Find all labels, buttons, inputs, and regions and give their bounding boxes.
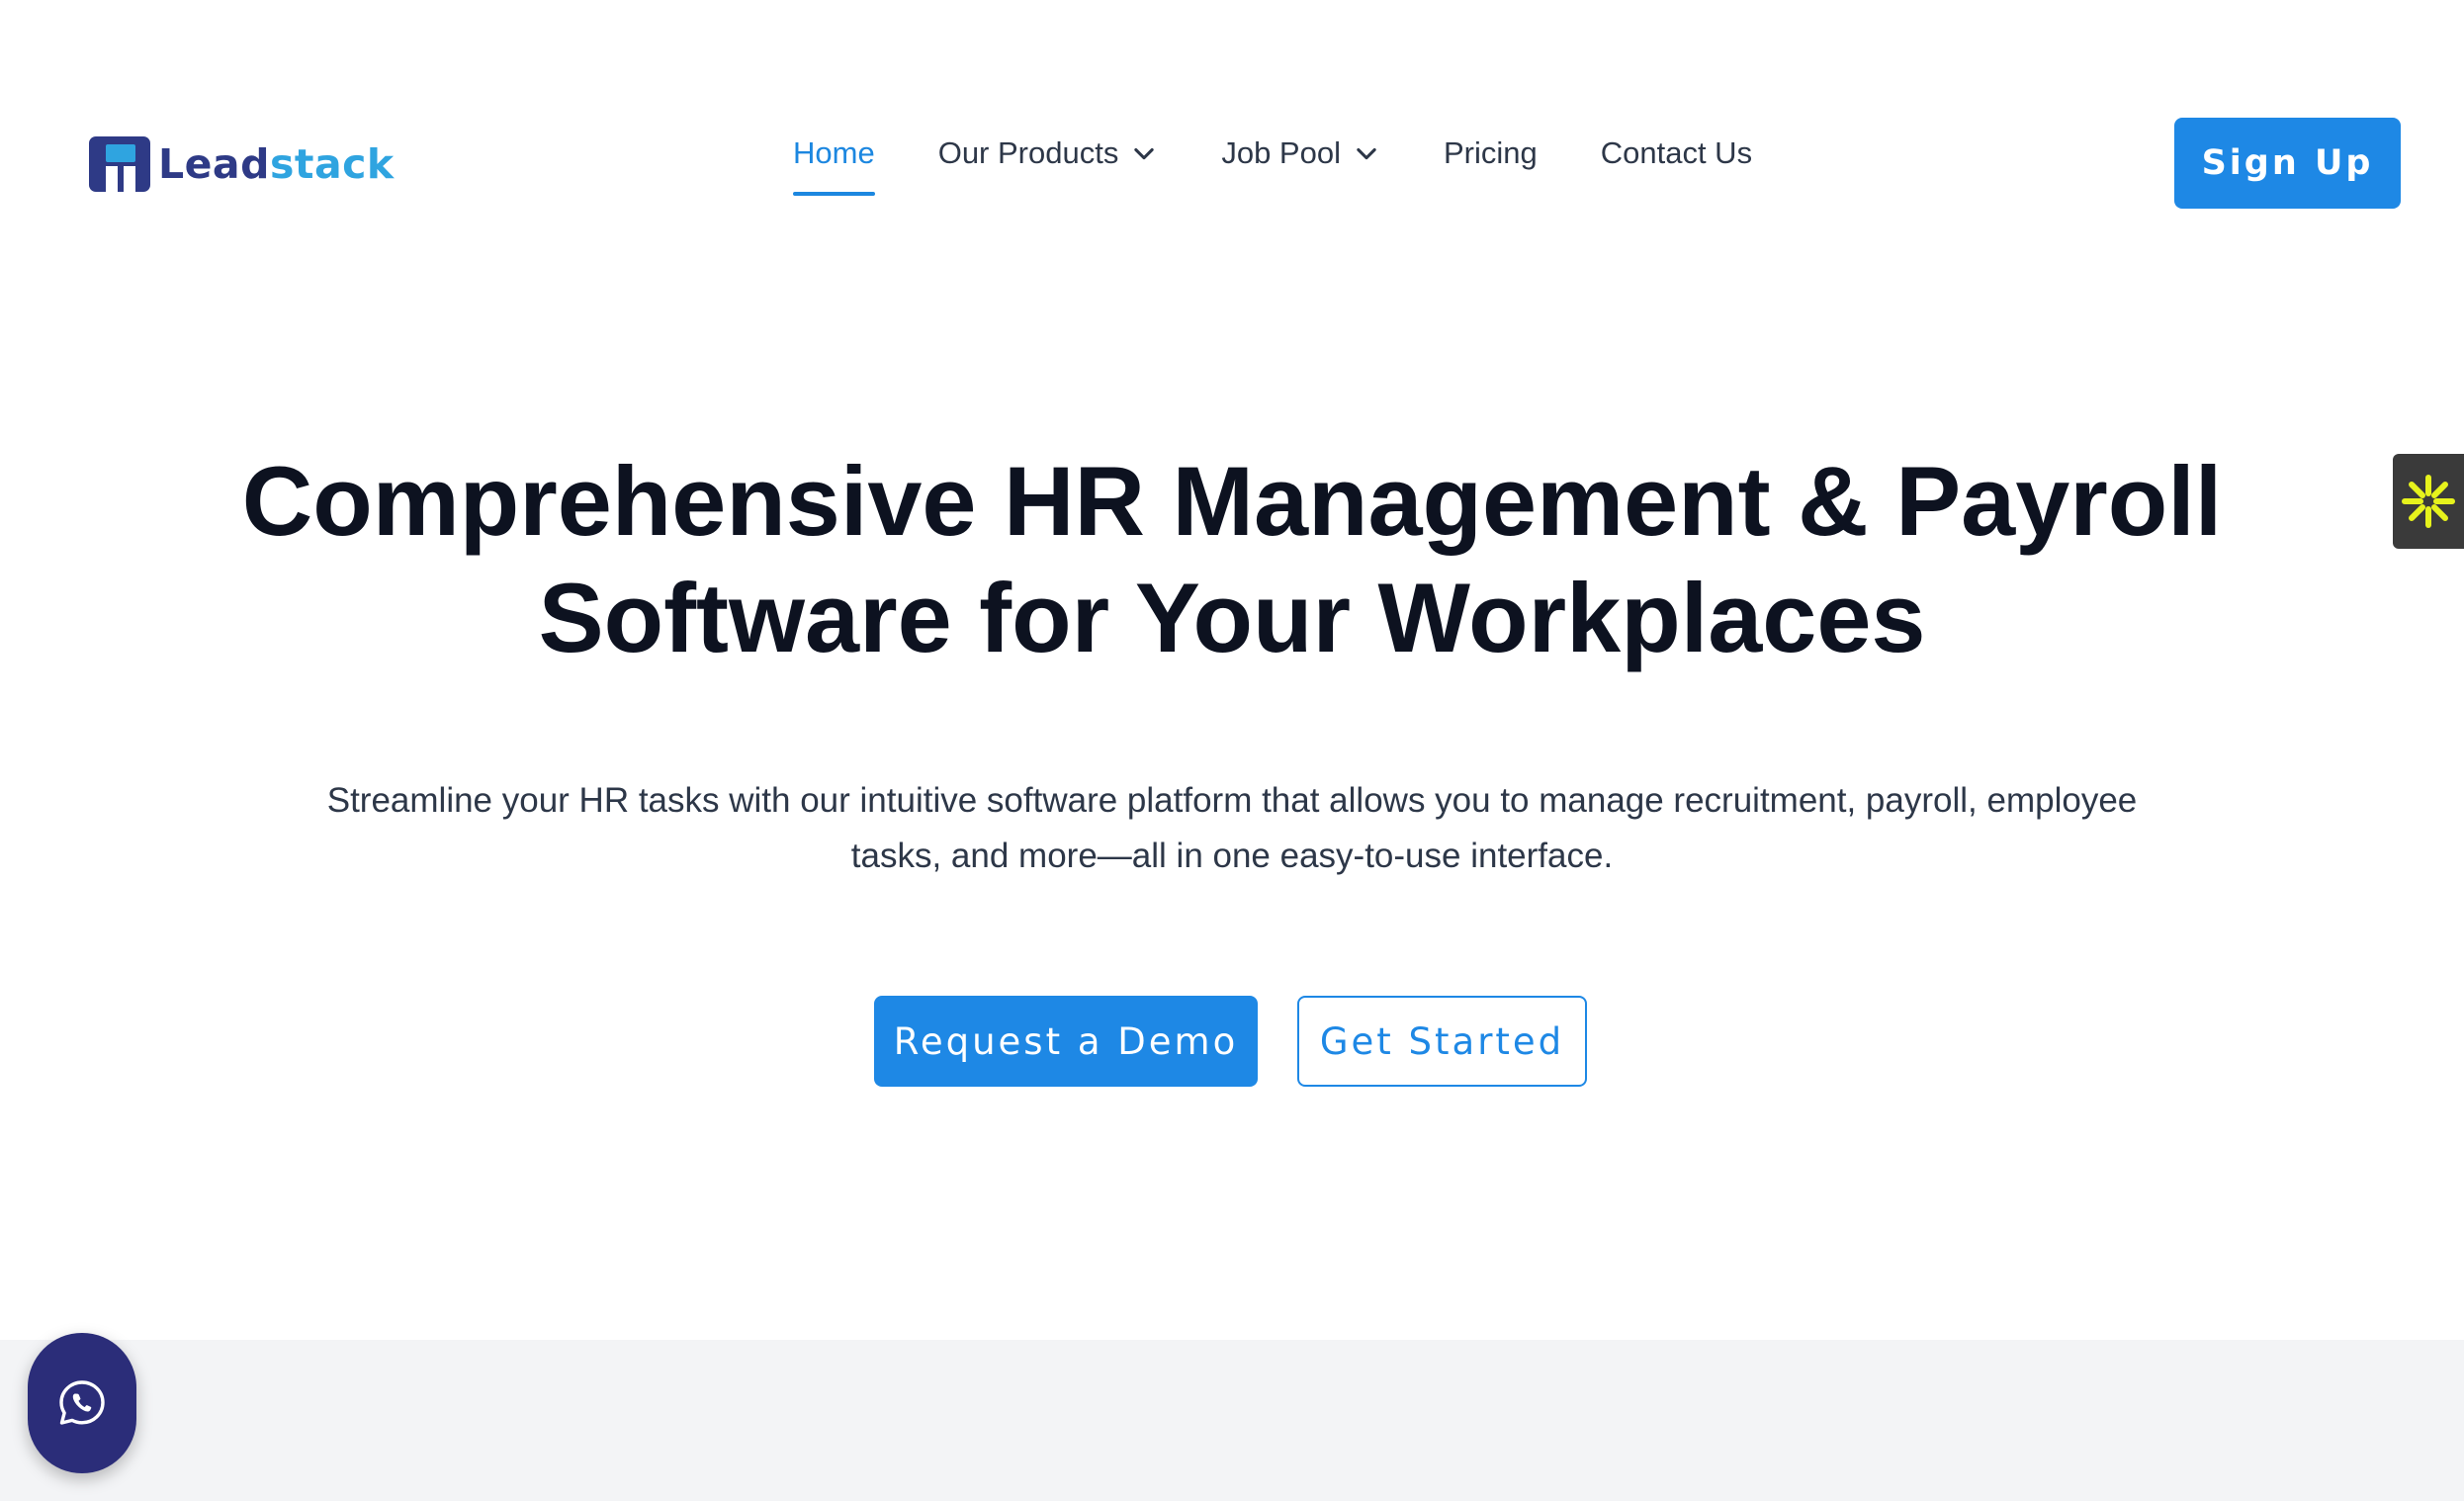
whatsapp-chat-button[interactable] [28,1333,136,1473]
get-started-button[interactable]: Get Started [1297,996,1587,1087]
chevron-down-icon [1134,147,1155,160]
hero-title-line2: Software for Your Workplaces [538,563,1926,672]
nav-contact-us-label: Contact Us [1600,135,1753,170]
hero-subtitle-line2: tasks, and more—all in one easy-to-use i… [850,837,1614,875]
nav-job-pool[interactable]: Job Pool [1221,132,1380,174]
hero-title: Comprehensive HR Management & Payroll So… [0,443,2464,676]
brand-name: Leadstack [158,143,395,185]
brand-name-part1: Lead [158,139,270,188]
sign-up-button[interactable]: Sign Up [2174,118,2401,209]
nav-pricing-label: Pricing [1443,135,1538,170]
main-nav: Home Our Products Job Pool Pricing Conta… [793,132,1752,196]
brand-name-part2: stack [269,139,395,188]
hero-cta-group: Request a Demo Get Started [874,996,1587,1087]
hero-title-line1: Comprehensive HR Management & Payroll [241,446,2223,556]
request-demo-button[interactable]: Request a Demo [874,996,1258,1087]
nav-pricing[interactable]: Pricing [1444,132,1538,174]
nav-home[interactable]: Home [793,132,875,196]
nav-contact-us[interactable]: Contact Us [1601,132,1752,174]
logo-mark-icon [89,136,150,192]
next-section-band [0,1340,2464,1501]
hero-subtitle: Streamline your HR tasks with our intuit… [0,773,2464,884]
nav-job-pool-label: Job Pool [1221,135,1341,170]
hero-subtitle-line1: Streamline your HR tasks with our intuit… [326,781,2138,820]
nav-our-products-label: Our Products [937,135,1119,170]
chevron-down-icon [1357,147,1376,160]
brand-logo[interactable]: Leadstack [89,136,395,192]
nav-our-products[interactable]: Our Products [938,132,1159,174]
nav-home-label: Home [793,135,875,170]
whatsapp-icon [59,1380,105,1425]
page: Leadstack Home Our Products Job Pool Pri… [0,0,2464,1501]
